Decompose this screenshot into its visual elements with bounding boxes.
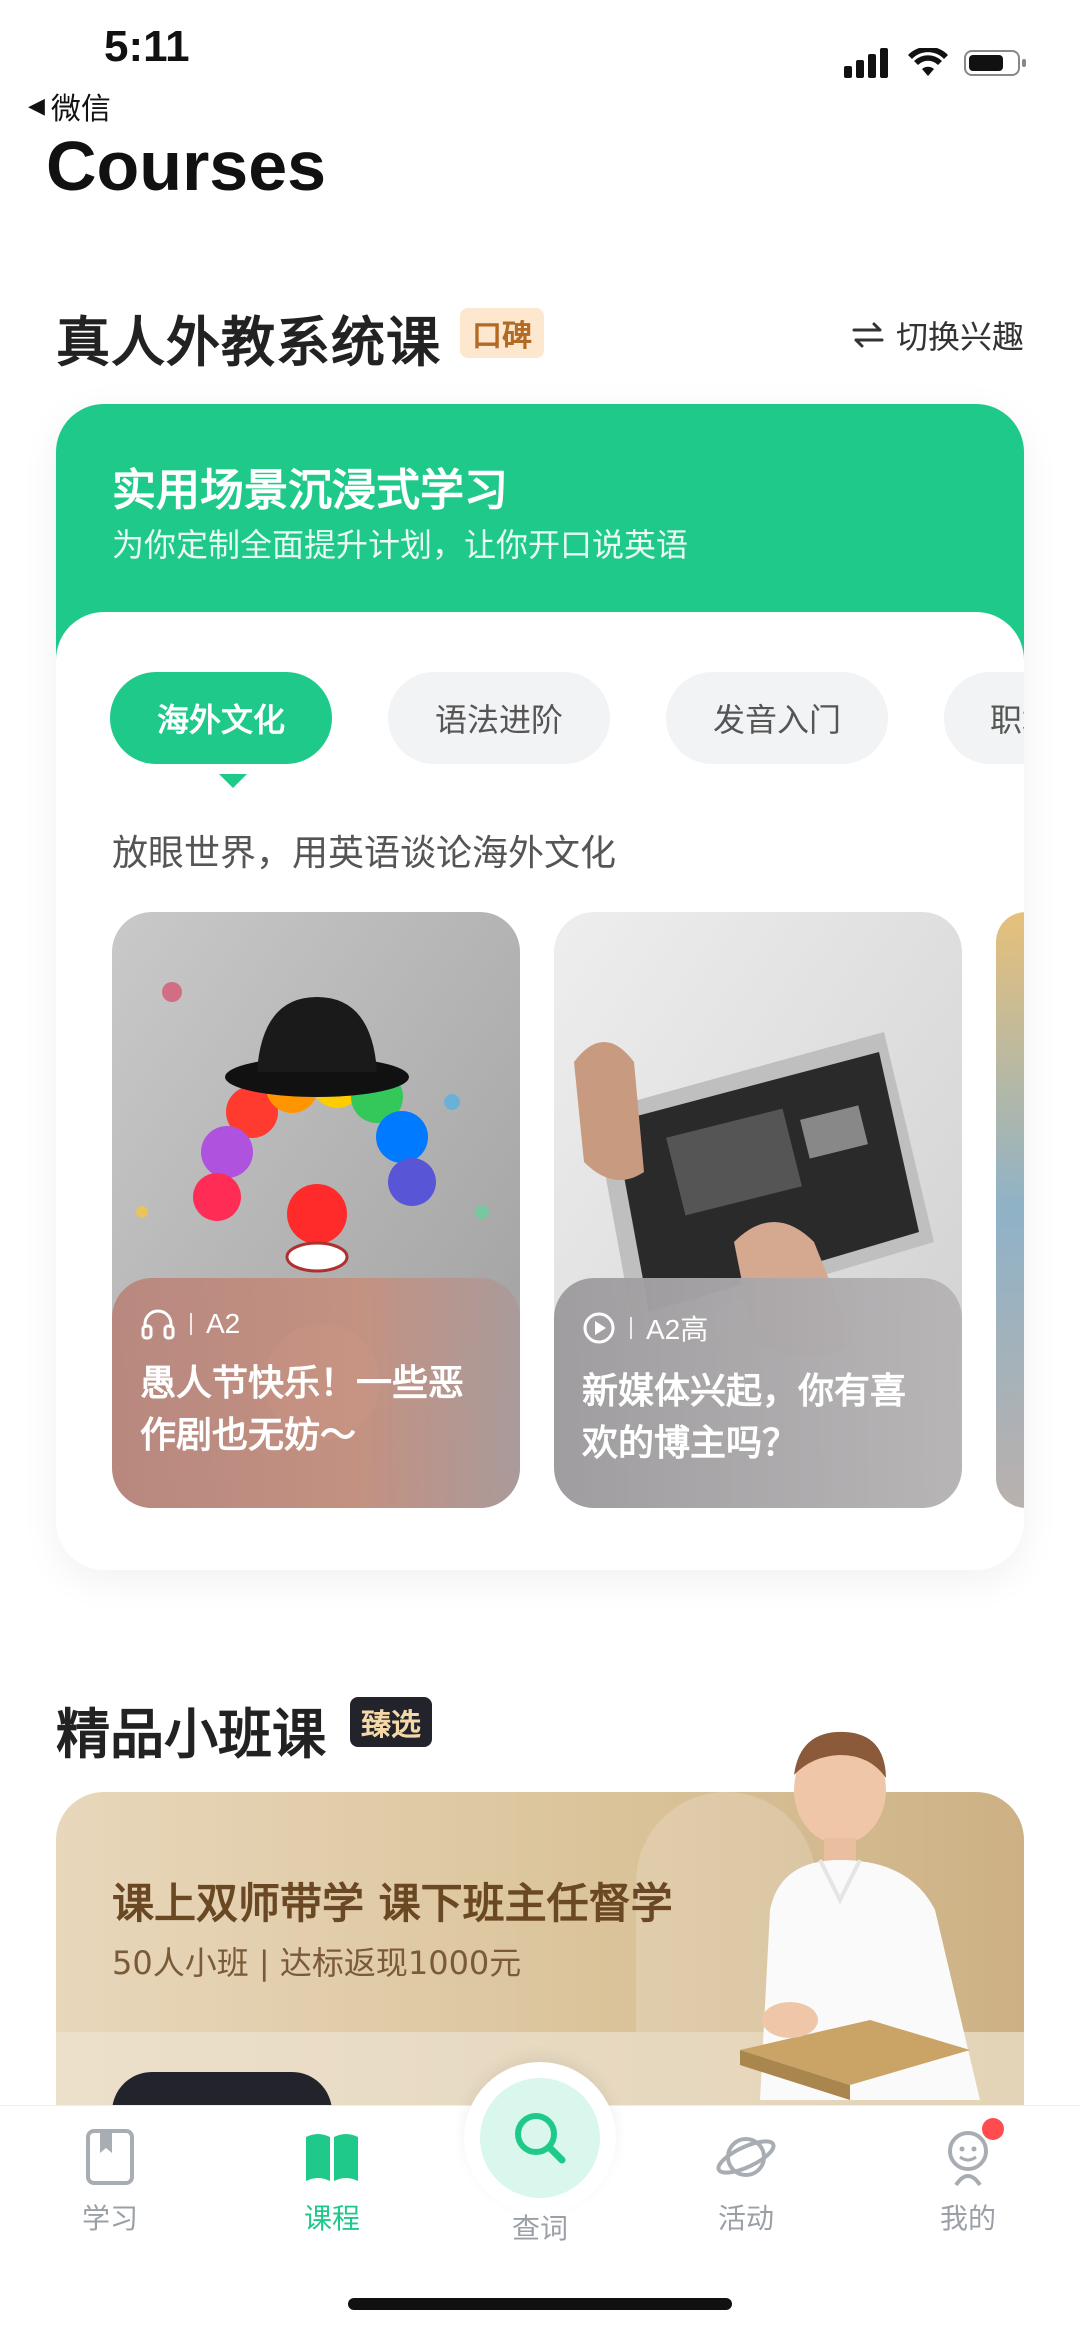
lesson-thumbnail [996,912,1024,1508]
swap-arrows-icon [852,322,884,348]
status-time: 5:11 [104,22,190,71]
search-icon [515,2113,566,2164]
tab-courses[interactable]: 课程 [252,2127,412,2237]
lesson-level: A2 [206,1308,241,1339]
lesson-carousel: A2 愚人节快乐！一些恶作剧也无妨～ A2高 新媒体兴起，你有喜欢的博主吗？ [112,912,1024,1512]
lesson-info: A2 愚人节快乐！一些恶作剧也无妨～ [112,1278,520,1508]
lesson-level: A2高 [646,1314,709,1345]
book-icon [86,2129,134,2185]
interest-tabs: 海外文化 语法进阶 发音入门 职场 [110,672,1024,782]
tab-grammar-advanced[interactable]: 语法进阶 [388,672,610,764]
switch-interest-label: 切换兴趣 [895,318,1024,356]
lesson-card[interactable]: A2 愚人节快乐！一些恶作剧也无妨～ [112,912,520,1508]
lesson-meta: A2高 [582,1308,934,1348]
page-title: Courses [46,127,327,205]
tab-description: 放眼世界，用英语谈论海外文化 [112,833,617,874]
status-bar: 5:11 ◀ 微信 [0,0,1080,130]
lesson-meta: A2 [140,1308,492,1340]
wifi-icon [908,48,948,76]
meta-separator [190,1313,192,1335]
tab-profile[interactable]: 我的 [888,2127,1048,2237]
tab-overseas-culture[interactable]: 海外文化 [110,672,332,764]
section-title-small-class: 精品小班课 [56,1703,326,1766]
lesson-card-peek[interactable] [996,912,1024,1508]
back-label: 微信 [50,92,111,127]
immersive-course-card: 实用场景沉浸式学习 为你定制全面提升计划，让你开口说英语 海外文化 语法进阶 发… [56,404,1024,1570]
lesson-card[interactable]: A2高 新媒体兴起，你有喜欢的博主吗？ [554,912,962,1508]
play-icon [583,1312,615,1344]
planet-icon [716,2137,776,2177]
home-indicator[interactable] [348,2298,732,2310]
card-body: 海外文化 语法进阶 发音入门 职场 放眼世界，用英语谈论海外文化 [56,612,1024,1570]
back-to-wechat[interactable]: ◀ 微信 [28,84,111,128]
tab-study[interactable]: 学习 [30,2127,190,2237]
tab-label: 课程 [303,2202,360,2235]
headphones-icon [141,1309,175,1340]
tab-workplace[interactable]: 职场 [944,672,1024,764]
notification-dot [982,2118,1004,2140]
tab-label: 活动 [717,2202,774,2235]
section-title-system-course: 真人外教系统课 [56,311,441,374]
card-subtitle: 为你定制全面提升计划，让你开口说英语 [112,526,689,564]
tab-dictionary-label: 查词 [511,2212,568,2245]
promo-subtitle: 50人小班 | 达标返现1000元 [112,1944,522,1982]
tab-dictionary[interactable] [480,2078,600,2198]
active-tab-pointer [219,774,247,788]
lesson-title: 愚人节快乐！一些恶作剧也无妨～ [140,1363,465,1456]
meta-separator [630,1317,632,1339]
premium-badge: 臻选 [350,1697,432,1747]
back-arrow-icon: ◀ [28,93,45,119]
tab-pronunciation-intro[interactable]: 发音入门 [666,672,888,764]
open-book-icon [306,2134,358,2181]
switch-interest-button[interactable]: 切换兴趣 [852,312,1024,358]
reputation-badge: 口碑 [460,308,544,358]
promo-title: 课上双师带学 课下班主任督学 [112,1879,673,1928]
tab-label: 学习 [81,2202,138,2235]
teacher-photo [740,1731,980,2100]
lesson-title: 新媒体兴起，你有喜欢的博主吗？ [582,1371,907,1464]
lesson-info: A2高 新媒体兴起，你有喜欢的博主吗？ [554,1278,962,1508]
signal-icon [844,48,888,78]
tab-activities[interactable]: 活动 [666,2127,826,2237]
tab-label: 我的 [939,2202,996,2235]
battery-icon [964,50,1026,76]
status-icons [844,48,1028,78]
card-title: 实用场景沉浸式学习 [112,465,508,516]
